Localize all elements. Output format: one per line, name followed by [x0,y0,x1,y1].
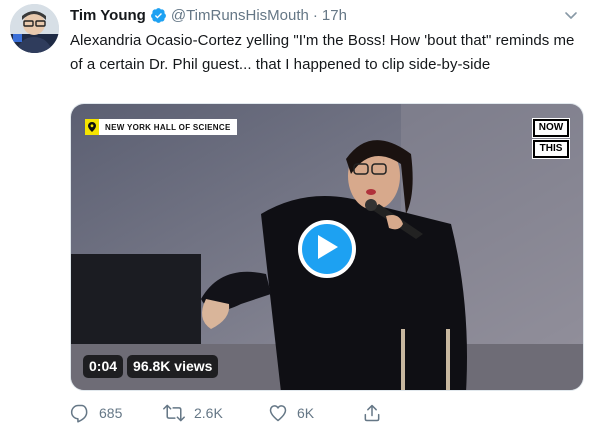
verified-badge-icon [150,7,167,24]
avatar[interactable] [10,4,59,53]
nowthis-logo: NOW THIS [532,118,570,159]
retweet-count: 2.6K [194,405,223,421]
chevron-down-icon[interactable] [563,7,579,23]
video-stats: 0:04 96.8K views [83,355,219,378]
location-pin-icon [85,119,99,135]
play-button[interactable] [298,220,356,278]
reply-icon [70,403,90,423]
tweet-header: Tim Young @TimRunsHisMouth · 17h [70,5,581,25]
author-display-name[interactable]: Tim Young [70,7,146,24]
heart-icon [268,403,288,423]
video-duration: 0:04 [83,355,124,378]
reply-count: 685 [99,405,123,421]
video-player[interactable]: NEW YORK HALL OF SCIENCE NOW THIS 0:04 9… [70,103,584,391]
share-icon [362,403,382,423]
video-views: 96.8K views [127,355,219,378]
tweet-actions: 685 2.6K 6K [70,401,470,425]
location-label: NEW YORK HALL OF SCIENCE [99,119,237,135]
header-separator: · [312,6,318,24]
retweet-button[interactable]: 2.6K [163,401,223,425]
tweet-timestamp[interactable]: 17h [322,7,347,24]
like-count: 6K [297,405,315,421]
logo-line-now: NOW [532,118,570,138]
play-icon [315,234,339,265]
retweet-icon [163,403,185,423]
logo-line-this: THIS [532,139,570,159]
tweet-text: Alexandria Ocasio-Cortez yelling "I'm th… [70,32,575,73]
reply-button[interactable]: 685 [70,401,122,425]
share-button[interactable] [362,401,382,425]
author-handle[interactable]: @TimRunsHisMouth [171,7,309,24]
location-badge: NEW YORK HALL OF SCIENCE [85,119,237,135]
like-button[interactable]: 6K [268,401,314,425]
